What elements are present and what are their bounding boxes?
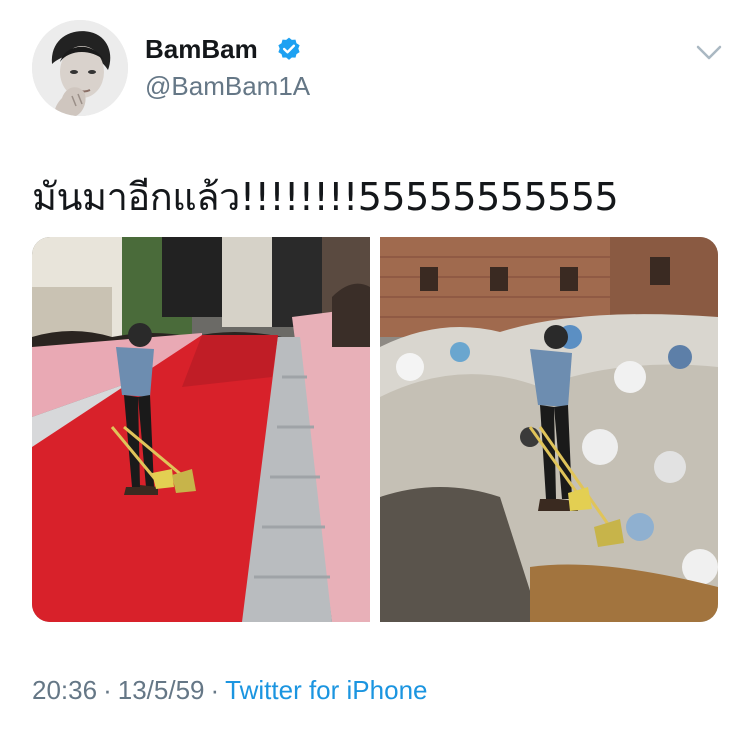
- user-handle[interactable]: @BamBam1A: [145, 71, 310, 102]
- avatar[interactable]: [32, 20, 128, 116]
- chevron-down-icon[interactable]: [693, 40, 725, 66]
- tweet-time[interactable]: 20:36: [32, 675, 97, 705]
- tweet-source-link[interactable]: Twitter for iPhone: [225, 675, 427, 705]
- garbage-dump-photo[interactable]: [380, 237, 718, 622]
- tweet-media[interactable]: [32, 237, 718, 622]
- tweet-date[interactable]: 13/5/59: [118, 675, 205, 705]
- separator: ·: [103, 675, 112, 705]
- red-carpet-photo[interactable]: [32, 237, 370, 622]
- tweet-text: มันมาอีกแล้ว!!!!!!!!55555555555: [32, 175, 619, 219]
- avatar-photo: [32, 20, 128, 116]
- display-name[interactable]: BamBam: [145, 34, 258, 65]
- separator: ·: [210, 675, 220, 705]
- tweet-meta: 20:36 · 13/5/59 · Twitter for iPhone: [32, 675, 427, 706]
- verified-badge-icon: [278, 37, 300, 60]
